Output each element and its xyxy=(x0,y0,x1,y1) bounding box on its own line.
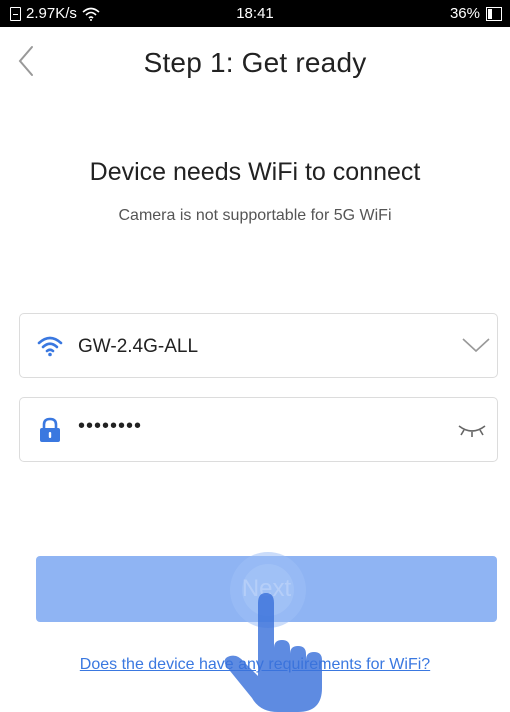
status-right: 36% xyxy=(450,5,502,22)
screen: 2.97K/s 18:41 36% Step 1: Get ready Devi… xyxy=(0,0,510,712)
page-title: Step 1: Get ready xyxy=(143,47,367,78)
battery-percent: 36% xyxy=(449,5,480,22)
connect-subheading: Camera is not supportable for 5G WiFi xyxy=(118,207,392,224)
password-value: •••••••• xyxy=(78,415,143,437)
connect-heading: Device needs WiFi to connect xyxy=(89,158,421,186)
wifi-requirements-link[interactable]: Does the device have any requirements fo… xyxy=(0,656,510,674)
battery-fill xyxy=(488,8,493,19)
lock-icon xyxy=(40,417,60,442)
next-button[interactable]: Next xyxy=(36,556,497,622)
wifi-icon xyxy=(37,336,63,357)
header: Step 1: Get ready xyxy=(0,27,510,99)
password-field[interactable]: •••••••• xyxy=(19,397,498,462)
eye-closed-icon[interactable] xyxy=(457,420,487,438)
battery-icon xyxy=(486,6,502,21)
wifi-ssid-value: GW-2.4G-ALL xyxy=(78,336,199,357)
status-time: 18:41 xyxy=(236,5,274,22)
status-bar: 2.97K/s 18:41 36% xyxy=(0,0,510,27)
wifi-select-field[interactable]: GW-2.4G-ALL xyxy=(19,313,498,378)
chevron-down-icon[interactable] xyxy=(461,334,491,356)
